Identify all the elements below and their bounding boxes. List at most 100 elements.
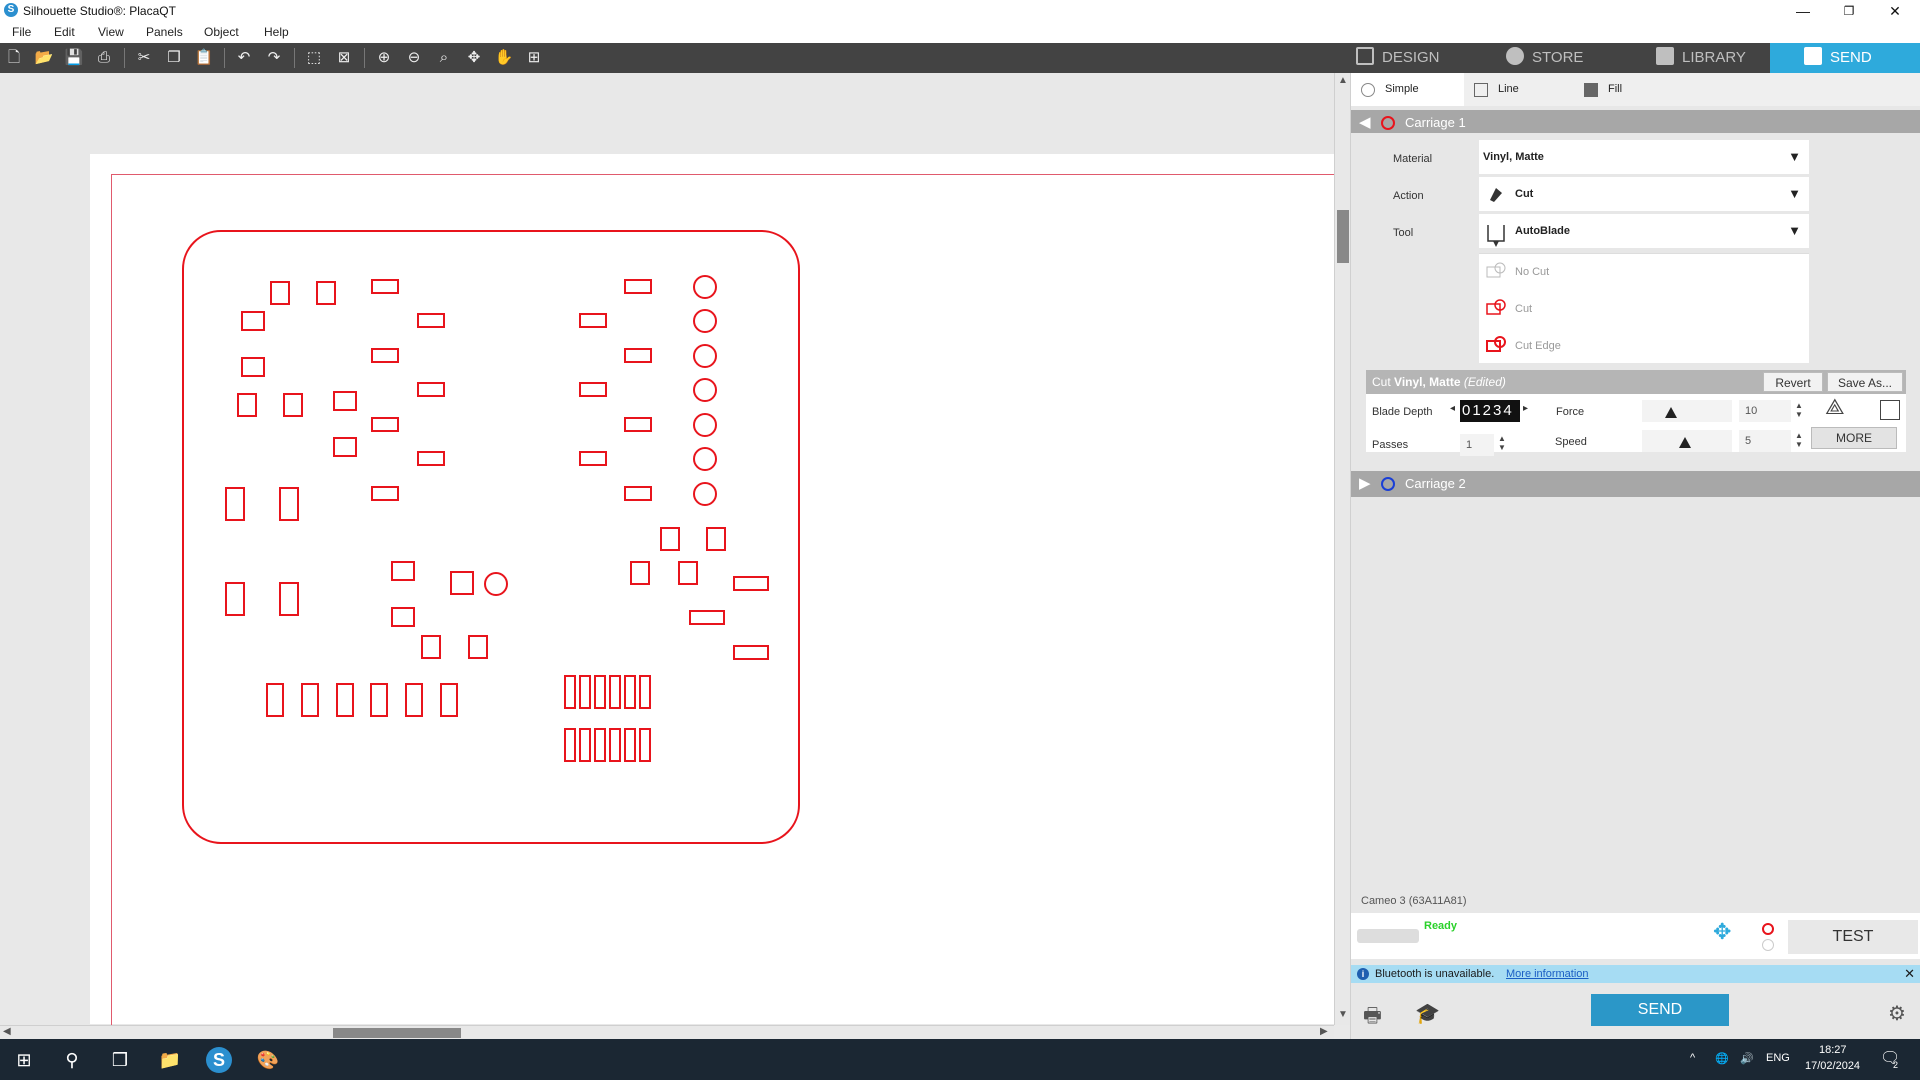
design-canvas[interactable] [0,73,1334,1025]
pad-rect [706,527,726,551]
send-button[interactable]: SEND [1591,994,1729,1026]
expand-triangle-icon[interactable]: ▶ [1359,471,1371,497]
force-stepper[interactable]: ▲ ▼ [1795,401,1803,419]
scroll-down-arrow[interactable]: ▼ [1338,1009,1348,1020]
vertical-scrollbar[interactable]: ▲ ▼ [1334,73,1350,1025]
line-mode-icon [1474,83,1488,97]
blade-depth-dial[interactable]: 01234 [1460,400,1520,422]
passes-field[interactable]: 1 [1460,434,1494,456]
paint-icon[interactable]: 🎨 [255,1047,281,1073]
redo-icon[interactable]: ↷ [263,47,285,69]
undo-icon[interactable]: ↶ [233,47,255,69]
horizontal-scrollbar[interactable]: ◀ ▶ [0,1025,1334,1039]
save-as-button[interactable]: Save As... [1827,372,1903,392]
search-icon[interactable]: ⚲ [59,1047,85,1073]
file-explorer-icon[interactable]: 📁 [157,1047,183,1073]
menu-view[interactable]: View [98,25,124,39]
silhouette-studio-taskbar-icon[interactable]: S [206,1047,232,1073]
send-queue-icon[interactable]: 🖶 [1363,1001,1382,1035]
vertical-scroll-thumb[interactable] [1337,210,1349,263]
move-arrows-icon[interactable]: ✥ [1713,919,1731,945]
cut-edge-option[interactable]: Cut Edge [1515,340,1561,352]
arrow-right-icon[interactable]: ▸ [1523,403,1528,414]
menu-help[interactable]: Help [264,25,289,39]
horizontal-scroll-thumb[interactable] [333,1028,461,1038]
pad-rect [283,393,303,417]
tutorial-cap-icon[interactable]: 🎓 [1415,1001,1440,1026]
more-button[interactable]: MORE [1811,427,1897,449]
tab-send[interactable]: SEND [1770,43,1920,73]
move-icon[interactable]: ✥ [463,47,485,69]
arrow-left-icon[interactable]: ◂ [1450,403,1455,414]
force-slider-knob[interactable] [1665,407,1677,418]
cut-icon[interactable]: ✂ [133,47,155,69]
speed-slider-knob[interactable] [1679,437,1691,448]
speed-stepper[interactable]: ▲ ▼ [1795,431,1803,449]
zoom-select-icon[interactable]: ⌕ [433,47,455,69]
menu-edit[interactable]: Edit [54,25,75,39]
scroll-up-arrow[interactable]: ▲ [1338,75,1348,86]
task-view-icon[interactable]: ❒ [107,1047,133,1073]
no-cut-icon[interactable] [1485,261,1507,279]
no-cut-option[interactable]: No Cut [1515,266,1549,278]
close-notice-icon[interactable]: ✕ [1904,965,1915,983]
cut-edge-icon[interactable] [1485,335,1507,353]
save-icon[interactable]: 💾 [63,47,85,69]
copy-icon[interactable]: ❐ [163,47,185,69]
fit-page-icon[interactable]: ⊞ [523,47,545,69]
restore-button[interactable]: ❐ [1826,0,1872,22]
preset-prefix: Cut [1372,375,1391,389]
clock-date[interactable]: 17/02/2024 [1805,1060,1860,1072]
tray-chevron-icon[interactable]: ^ [1690,1052,1695,1064]
tool-preview-square-icon [1880,400,1900,420]
test-button[interactable]: TEST [1788,920,1918,954]
tool-dropdown[interactable]: AutoBlade ▼ [1479,214,1809,248]
scroll-right-arrow[interactable]: ▶ [1320,1026,1328,1037]
scroll-left-arrow[interactable]: ◀ [3,1026,11,1037]
open-folder-icon[interactable]: 📂 [33,47,55,69]
more-information-link[interactable]: More information [1506,965,1589,983]
new-file-icon[interactable]: 🗋 [3,47,25,69]
minimize-button[interactable]: — [1780,0,1826,22]
clock-time[interactable]: 18:27 [1819,1044,1847,1056]
force-field[interactable]: 10 [1739,400,1791,422]
pad-rect [417,313,445,328]
action-dropdown[interactable]: Cut ▼ [1479,177,1809,211]
windows-start-icon[interactable]: ⊞ [11,1047,37,1073]
tab-design[interactable]: DESIGN [1356,43,1506,73]
tab-store-label: STORE [1532,49,1584,66]
volume-icon[interactable]: 🔊 [1740,1052,1754,1065]
language-indicator[interactable]: ENG [1766,1052,1790,1064]
grid-icon [1356,47,1374,65]
gear-icon[interactable]: ⚙ [1888,1001,1906,1026]
tab-store[interactable]: STORE [1506,43,1656,73]
revert-button[interactable]: Revert [1763,372,1823,392]
network-icon[interactable]: 🌐 [1715,1052,1729,1065]
force-slider[interactable] [1642,400,1732,422]
passes-stepper[interactable]: ▲ ▼ [1498,434,1506,452]
pad-circle [693,309,717,333]
pcb-cut-design[interactable] [0,73,1334,1025]
print-icon[interactable]: ⎙ [93,47,115,69]
menu-panels[interactable]: Panels [146,25,183,39]
mode-simple[interactable]: Simple [1351,73,1464,106]
zoom-out-icon[interactable]: ⊖ [403,47,425,69]
mode-fill[interactable]: Fill [1574,73,1684,106]
select-all-icon[interactable]: ⬚ [303,47,325,69]
deselect-icon[interactable]: ⊠ [333,47,355,69]
speed-field[interactable]: 5 [1739,430,1791,452]
menu-file[interactable]: File [12,25,31,39]
chevron-down-icon: ▼ [1788,149,1801,164]
paste-icon[interactable]: 📋 [193,47,215,69]
mode-line[interactable]: Line [1464,73,1574,106]
device-row: Ready ✥ TEST [1351,913,1920,959]
zoom-in-icon[interactable]: ⊕ [373,47,395,69]
cut-shape-icon[interactable] [1485,298,1507,316]
menu-object[interactable]: Object [204,25,239,39]
close-button[interactable]: ✕ [1872,0,1918,22]
pan-hand-icon[interactable]: ✋ [493,47,515,69]
speed-slider[interactable] [1642,430,1732,452]
cut-option[interactable]: Cut [1515,303,1532,315]
material-dropdown[interactable]: Vinyl, Matte ▼ [1479,140,1809,174]
carriage-2-header[interactable]: ▶ Carriage 2 [1351,471,1920,497]
